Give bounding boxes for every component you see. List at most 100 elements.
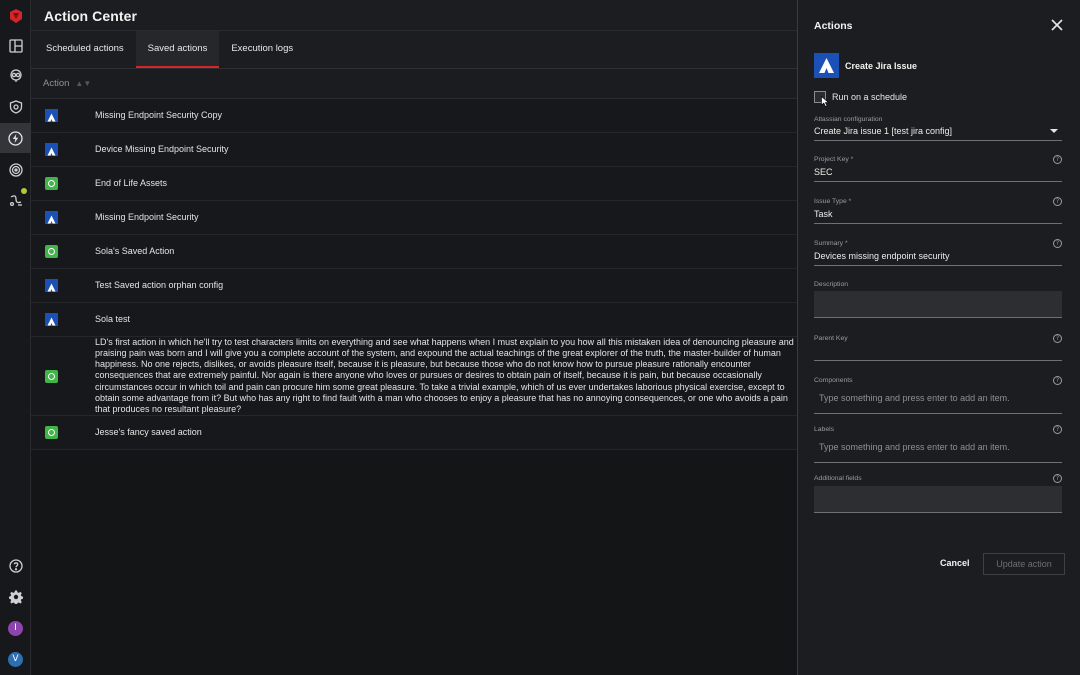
components-field: Components? Type something and press ent… [814, 376, 1062, 414]
help-icon[interactable]: ? [1053, 334, 1062, 343]
avatar: V [8, 651, 23, 667]
parent-key-field: Parent Key? [814, 334, 1062, 361]
help-icon[interactable]: ? [1053, 239, 1062, 248]
integration-header: Create Jira Issue [814, 53, 917, 78]
close-icon[interactable] [1050, 18, 1064, 32]
field-label: Components [814, 377, 853, 384]
atlassian-config-select[interactable]: Create Jira issue 1 [test jira config] [814, 123, 1062, 141]
atlassian-icon [814, 53, 839, 78]
user-avatar-i[interactable]: I [0, 613, 31, 643]
app-logo-icon[interactable] [0, 1, 31, 31]
action-name: Test Saved action orphan config [95, 279, 224, 290]
action-name: Sola test [95, 313, 131, 324]
integration-green-icon [45, 426, 58, 439]
actions-panel: Actions Create Jira Issue Run on a sched… [797, 0, 1080, 675]
help-icon[interactable]: ? [1053, 425, 1062, 434]
integration-green-icon [45, 369, 58, 383]
table-row[interactable]: Missing Endpoint Security [31, 201, 797, 235]
cancel-button[interactable]: Cancel [940, 558, 970, 568]
action-name: Device Missing Endpoint Security [95, 143, 229, 154]
shield-icon[interactable] [0, 92, 31, 122]
table-row[interactable]: LD's first action in which he'll try to … [31, 337, 797, 416]
additional-fields-field: Additional fields? [814, 474, 1062, 513]
description-field: Description [814, 281, 1062, 318]
field-label: Summary * [814, 240, 848, 247]
column-header-action[interactable]: Action [43, 78, 69, 89]
integration-green-icon [45, 245, 58, 258]
project-key-field: Project Key *? SEC [814, 155, 1062, 182]
action-name: Missing Endpoint Security [95, 211, 199, 222]
parent-key-input[interactable] [814, 343, 1062, 361]
additional-fields-input[interactable] [814, 486, 1062, 513]
table-row[interactable]: Test Saved action orphan config [31, 269, 797, 303]
action-name: Sola's Saved Action [95, 245, 175, 256]
tab-execution-logs[interactable]: Execution logs [219, 31, 305, 68]
panel-title: Actions [814, 20, 853, 32]
gear-icon[interactable] [0, 582, 31, 612]
project-key-input[interactable]: SEC [814, 164, 1062, 182]
notification-dot [21, 188, 27, 194]
brain-icon[interactable] [0, 61, 31, 91]
atlassian-icon [45, 279, 58, 292]
dropdown-caret-icon [1050, 129, 1058, 133]
help-icon[interactable] [0, 551, 31, 581]
summary-input[interactable]: Devices missing endpoint security [814, 248, 1062, 266]
labels-input[interactable]: Type something and press enter to add an… [814, 434, 1062, 463]
dashboard-icon[interactable] [0, 31, 31, 61]
lightning-icon[interactable] [0, 123, 31, 153]
schedule-toggle[interactable]: Run on a schedule [814, 91, 908, 107]
avatar: I [8, 620, 23, 636]
field-label: Additional fields [814, 475, 862, 482]
schedule-label: Run on a schedule [832, 92, 908, 102]
left-nav-rail: I V [0, 0, 31, 675]
components-input[interactable]: Type something and press enter to add an… [814, 385, 1062, 414]
update-action-button[interactable]: Update action [983, 553, 1065, 575]
mouse-cursor-icon [821, 96, 830, 107]
actions-table: Missing Endpoint Security Copy Device Mi… [31, 99, 797, 450]
issue-type-input[interactable]: Task [814, 206, 1062, 224]
field-label: Project Key * [814, 156, 854, 163]
table-row[interactable]: Jesse's fancy saved action [31, 416, 797, 450]
field-label: Labels [814, 426, 835, 433]
action-name: Missing Endpoint Security Copy [95, 109, 223, 120]
atlassian-icon [45, 313, 58, 326]
atlassian-icon [45, 109, 58, 122]
atlassian-config-field: Atlassian configuration Create Jira issu… [814, 116, 1062, 141]
atlassian-icon [45, 211, 58, 224]
sort-icon[interactable]: ▲▼ [75, 79, 91, 88]
description-input[interactable] [814, 291, 1062, 318]
action-name: Jesse's fancy saved action [95, 426, 202, 437]
tab-saved-actions[interactable]: Saved actions [135, 31, 220, 68]
table-row[interactable]: Missing Endpoint Security Copy [31, 99, 797, 133]
user-avatar-v[interactable]: V [0, 644, 31, 674]
table-row[interactable]: Sola's Saved Action [31, 235, 797, 269]
table-row[interactable]: Device Missing Endpoint Security [31, 133, 797, 167]
page-title: Action Center [44, 8, 138, 24]
radar-icon[interactable] [0, 155, 31, 185]
help-icon[interactable]: ? [1053, 197, 1062, 206]
issue-type-field: Issue Type *? Task [814, 197, 1062, 224]
integration-green-icon [45, 177, 58, 190]
field-label: Issue Type * [814, 198, 852, 205]
schedule-checkbox[interactable] [814, 91, 830, 107]
labels-field: Labels? Type something and press enter t… [814, 425, 1062, 463]
field-label: Parent Key [814, 335, 848, 342]
help-icon[interactable]: ? [1053, 155, 1062, 164]
header: Action Center [31, 0, 797, 31]
tab-bar: Scheduled actions Saved actions Executio… [31, 31, 797, 69]
help-icon[interactable]: ? [1053, 376, 1062, 385]
tab-scheduled-actions[interactable]: Scheduled actions [34, 31, 136, 68]
main-content: Action Center Scheduled actions Saved ac… [31, 0, 797, 675]
summary-field: Summary *? Devices missing endpoint secu… [814, 239, 1062, 266]
action-name: End of Life Assets [95, 177, 168, 188]
table-row[interactable]: Sola test [31, 303, 797, 337]
action-name: LD's first action in which he'll try to … [95, 336, 794, 415]
table-header: Action ▲▼ [31, 69, 797, 99]
field-label: Description [814, 281, 848, 288]
integration-name: Create Jira Issue [845, 60, 918, 71]
help-icon[interactable]: ? [1053, 474, 1062, 483]
field-label: Atlassian configuration [814, 116, 883, 123]
atlassian-icon [45, 143, 58, 156]
table-row[interactable]: End of Life Assets [31, 167, 797, 201]
select-value: Create Jira issue 1 [test jira config] [814, 126, 953, 136]
